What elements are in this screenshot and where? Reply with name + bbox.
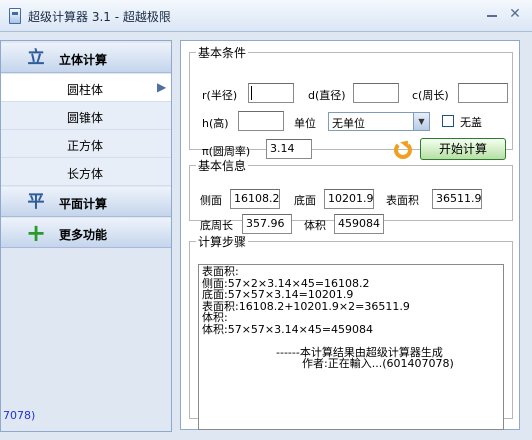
base-perimeter-label: 底周长 <box>200 219 233 232</box>
volume-value: 459084 <box>334 214 384 234</box>
sidebar-group-solid[interactable]: 立 立体计算 <box>1 43 171 73</box>
minimize-icon[interactable] <box>487 15 497 17</box>
pi-input[interactable]: 3.14 <box>266 139 312 159</box>
chevron-right-icon: ▶ <box>157 80 167 94</box>
app-icon <box>9 8 21 24</box>
basic-conditions-group: 基本条件 r(半径) d(直径) c(周长) h(高) 单位 无单位 ▼ 无盖 … <box>189 44 513 160</box>
surface-area-value: 36511.9 <box>432 189 482 209</box>
title-bar: 超级计算器 3.1 - 超越极限 ✕ <box>0 0 532 32</box>
calc-steps-textarea[interactable]: 表面积: 侧面:57×2×3.14×45=16108.2 底面:57×57×3.… <box>198 264 504 430</box>
text-cursor <box>251 86 252 100</box>
author-line: 作者:正在輸入...(601407078) <box>302 357 454 370</box>
sidebar-group-plane[interactable]: 平 平面计算 <box>1 187 171 217</box>
sidebar-item-cylinder[interactable]: 圆柱体 ▶ <box>1 74 171 102</box>
sidebar-item-cube[interactable]: 正方体 <box>1 130 171 158</box>
solid-calc-icon: 立 <box>27 48 45 68</box>
volume-label: 体积 <box>304 219 326 232</box>
diameter-input[interactable] <box>353 83 399 103</box>
step-line: 体积: <box>202 311 228 324</box>
unit-select[interactable]: 无单位 ▼ <box>328 112 430 131</box>
calc-steps-group: 计算步骤 表面积: 侧面:57×2×3.14×45=16108.2 底面:57×… <box>189 233 513 430</box>
main-panel: 基本条件 r(半径) d(直径) c(周长) h(高) 单位 无单位 ▼ 无盖 … <box>180 40 520 430</box>
base-perimeter-value: 357.96 <box>242 214 292 234</box>
close-icon[interactable]: ✕ <box>508 7 522 21</box>
unit-label: 单位 <box>294 117 316 130</box>
sidebar-group-label: 平面计算 <box>59 197 108 211</box>
sidebar: 立 立体计算 圆柱体 ▶ 圆锥体 正方体 长方体 平 平面计算 + 更多功能 7… <box>0 40 172 432</box>
surface-area-label: 表面积 <box>386 194 419 207</box>
sidebar-footer-text: 7078) <box>3 409 36 422</box>
sidebar-item-label: 正方体 <box>67 139 104 153</box>
basic-info-group: 基本信息 侧面 16108.2 底面 10201.9 表面积 36511.9 底… <box>189 157 513 234</box>
radius-label: r(半径) <box>202 89 238 102</box>
sidebar-item-label: 圆柱体 <box>67 83 104 97</box>
group-legend: 基本条件 <box>198 46 247 60</box>
height-input[interactable] <box>238 111 284 131</box>
lateral-value: 16108.2 <box>230 189 280 209</box>
plus-icon: + <box>25 219 47 247</box>
sidebar-group-label: 立体计算 <box>59 53 108 67</box>
circumference-input[interactable] <box>458 83 508 103</box>
plane-calc-icon: 平 <box>27 192 45 212</box>
base-value: 10201.9 <box>324 189 374 209</box>
no-lid-label: 无盖 <box>460 116 482 129</box>
step-line: 底面:57×57×3.14=10201.9 <box>202 288 354 301</box>
radius-input[interactable] <box>248 83 294 103</box>
no-lid-checkbox[interactable] <box>442 115 454 127</box>
sidebar-group-more[interactable]: + 更多功能 <box>1 218 171 248</box>
group-legend: 基本信息 <box>198 159 247 173</box>
sidebar-item-cuboid[interactable]: 长方体 <box>1 158 171 186</box>
height-label: h(高) <box>202 117 229 130</box>
circumference-label: c(周长) <box>412 89 449 102</box>
sidebar-item-cone[interactable]: 圆锥体 <box>1 102 171 130</box>
step-line: 表面积: <box>202 265 239 278</box>
group-legend: 计算步骤 <box>198 235 247 249</box>
base-label: 底面 <box>294 194 316 207</box>
sidebar-item-label: 长方体 <box>67 167 104 181</box>
step-line: 表面积:16108.2+10201.9×2=36511.9 <box>202 299 410 313</box>
lateral-label: 侧面 <box>200 194 222 207</box>
step-line: 体积:57×57×3.14×45=459084 <box>202 322 374 336</box>
window-title: 超级计算器 3.1 - 超越极限 <box>28 10 171 24</box>
chevron-down-icon[interactable]: ▼ <box>413 113 429 130</box>
unit-select-value: 无单位 <box>332 117 365 130</box>
step-line <box>202 335 500 347</box>
sidebar-group-label: 更多功能 <box>59 228 108 242</box>
sidebar-item-label: 圆锥体 <box>67 111 104 125</box>
diameter-label: d(直径) <box>308 89 346 102</box>
